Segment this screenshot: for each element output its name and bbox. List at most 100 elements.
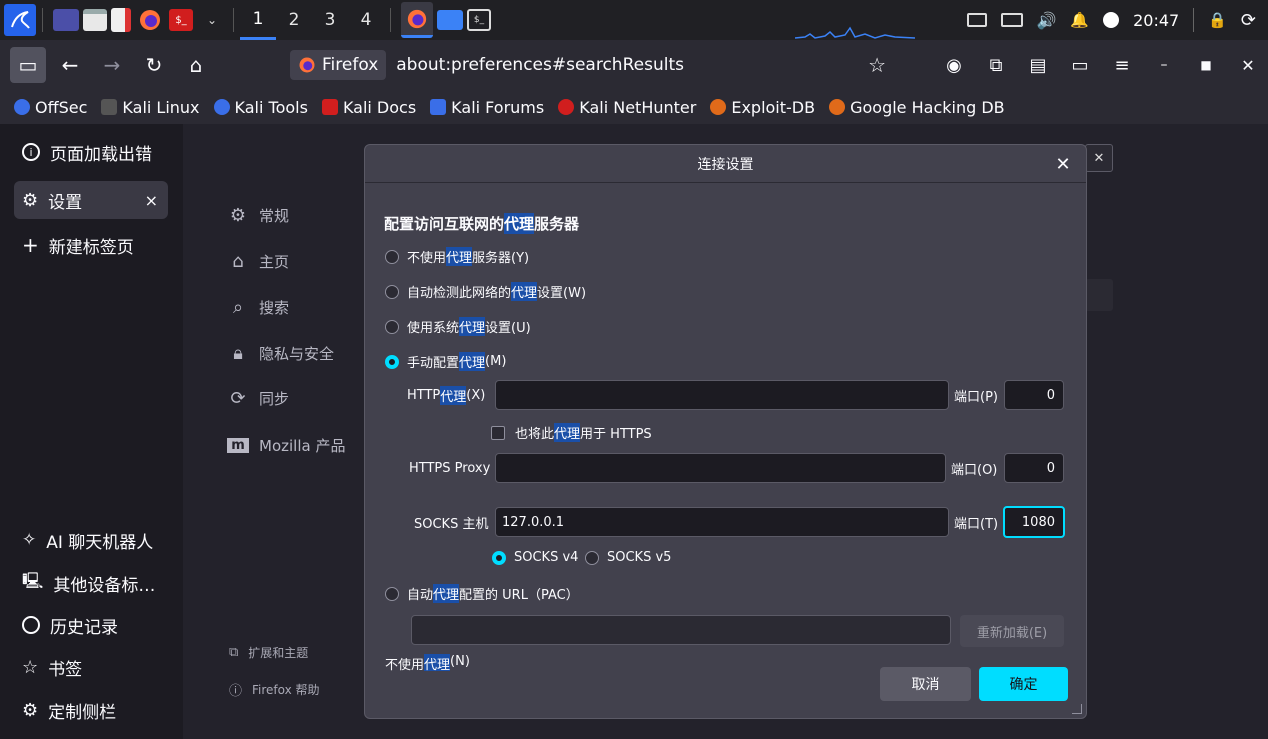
pref-nav-general[interactable]: ⚙ 常规 — [227, 200, 289, 230]
home-icon[interactable]: ⌂ — [178, 47, 214, 83]
taskbar-separator — [42, 8, 43, 32]
pac-url-input[interactable] — [411, 615, 951, 645]
keyboard-icon[interactable] — [1000, 13, 1023, 27]
http-proxy-input[interactable] — [495, 380, 949, 410]
back-icon[interactable]: ← — [52, 47, 88, 83]
pref-nav-home[interactable]: ⌂ 主页 — [227, 246, 289, 276]
sidebar-toggle-icon[interactable]: ▭ — [10, 47, 46, 83]
sidebar-item-label: 新建标签页 — [48, 237, 134, 258]
terminal-window-icon[interactable]: $_ — [467, 9, 491, 31]
close-icon[interactable]: ✕ — [1050, 151, 1076, 177]
forward-icon[interactable]: → — [94, 47, 130, 83]
radio-button[interactable] — [585, 550, 599, 565]
resize-grip-icon[interactable] — [1072, 704, 1082, 714]
bookmark-star-icon[interactable]: ☆ — [868, 53, 886, 77]
http-port-input[interactable]: 0 — [1004, 380, 1064, 410]
radio-no-proxy[interactable]: 不使用 代理 服务器(Y) — [385, 247, 529, 266]
text-editor-icon[interactable] — [111, 8, 131, 32]
sidebar-item-history[interactable]: 历史记录 — [14, 606, 168, 644]
account-icon[interactable]: ◉ — [934, 47, 974, 83]
folder-window-icon[interactable] — [437, 10, 463, 30]
radio-button[interactable] — [385, 319, 399, 334]
taskbar-separator — [390, 8, 391, 32]
pref-nav-label: Mozilla 产品 — [259, 436, 346, 455]
bookmark-exploit-db[interactable]: Exploit-DB — [710, 98, 815, 117]
sidebar-item-customize[interactable]: ⚙ 定制侧栏 — [14, 691, 168, 729]
workspace-3[interactable]: 3 — [312, 0, 348, 40]
search-results-close[interactable]: ✕ — [1085, 144, 1113, 172]
pref-nav-privacy[interactable]: 🔒︎ 隐私与安全 — [227, 338, 334, 368]
checkbox[interactable] — [491, 425, 505, 440]
pref-footer-extensions[interactable]: ⧉ 扩展和主题 — [229, 644, 308, 661]
close-window-icon[interactable]: ✕ — [1228, 47, 1268, 83]
bookmark-kali-nethunter[interactable]: Kali NetHunter — [558, 98, 696, 117]
sidebar-item-ai-chatbot[interactable]: ✧ AI 聊天机器人 — [14, 521, 168, 559]
bookmark-kali-tools[interactable]: Kali Tools — [213, 98, 308, 117]
containers-icon[interactable]: ▤ — [1018, 47, 1058, 83]
sidebar-item-settings[interactable]: ⚙ 设置 × — [14, 181, 168, 219]
menu-icon[interactable]: ≡ — [1102, 47, 1142, 83]
socks-port-label: 端口(T) — [954, 516, 999, 532]
identity-chip[interactable]: Firefox — [290, 50, 387, 80]
firefox-icon[interactable] — [135, 5, 165, 35]
bell-icon[interactable]: 🔔 — [1070, 11, 1089, 29]
pref-nav-search[interactable]: ⌕ 搜索 — [227, 292, 289, 322]
volume-icon[interactable]: 🔊 — [1037, 11, 1057, 30]
maximize-icon[interactable]: ■ — [1186, 47, 1226, 83]
socks-host-input[interactable]: 127.0.0.1 — [495, 507, 949, 537]
sidebar-item-page-error[interactable]: i 页面加载出错 — [14, 133, 168, 171]
file-manager-icon[interactable] — [83, 9, 107, 31]
radio-system-proxy[interactable]: 使用系统 代理 设置(U) — [385, 317, 531, 336]
ok-button[interactable]: 确定 — [979, 667, 1068, 701]
radio-manual-proxy[interactable]: 手动配置 代理 (M) — [385, 352, 506, 371]
bookmark-google-hacking-db[interactable]: Google Hacking DB — [829, 98, 1005, 117]
workspace-1[interactable]: 1 — [240, 0, 276, 40]
sidebar-item-label: 定制侧栏 — [48, 702, 117, 723]
workspace-2[interactable]: 2 — [276, 0, 312, 40]
logout-icon[interactable]: ⟳ — [1241, 10, 1256, 31]
power-status-icon[interactable] — [1103, 12, 1120, 28]
bookmark-kali-docs[interactable]: Kali Docs — [321, 98, 416, 117]
sparkle-icon: ✧ — [22, 530, 37, 550]
workspace-4[interactable]: 4 — [348, 0, 384, 40]
extensions-icon[interactable]: ⧉ — [976, 47, 1016, 83]
sidebar-item-new-tab[interactable]: + 新建标签页 — [14, 226, 168, 264]
bookmark-kali-forums[interactable]: Kali Forums — [430, 98, 544, 117]
sidebar-item-other-devices[interactable]: 🖳 其他设备标… — [14, 564, 168, 602]
bookmark-kali-linux[interactable]: Kali Linux — [101, 98, 200, 117]
https-proxy-input[interactable] — [495, 453, 946, 483]
reload-pac-button[interactable]: 重新加载(E) — [960, 615, 1064, 647]
kali-menu-icon[interactable] — [4, 4, 36, 36]
pref-nav-sync[interactable]: ⟳ 同步 — [227, 383, 289, 413]
pref-footer-help[interactable]: ⓘ Firefox 帮助 — [229, 680, 320, 699]
clock[interactable]: 20:47 — [1133, 11, 1179, 30]
lock-screen-icon[interactable]: 🔒 — [1208, 11, 1227, 29]
reload-icon[interactable]: ↻ — [136, 47, 172, 83]
minimize-icon[interactable]: – — [1144, 47, 1184, 83]
radio-button-selected[interactable] — [385, 354, 399, 369]
firefox-window-icon[interactable] — [401, 2, 433, 38]
url-text[interactable]: about:preferences#searchResults — [396, 55, 684, 75]
close-tab-icon[interactable]: × — [145, 191, 158, 210]
root-terminal-icon[interactable]: $_ — [169, 9, 193, 31]
cancel-button[interactable]: 取消 — [880, 667, 971, 701]
chevron-down-icon[interactable]: ⌄ — [197, 5, 227, 35]
sidebar-item-bookmarks[interactable]: ☆ 书签 — [14, 648, 168, 686]
pref-nav-mozilla[interactable]: m Mozilla 产品 — [227, 430, 345, 460]
bookmark-offsec[interactable]: OffSec — [14, 98, 87, 117]
radio-button[interactable] — [385, 249, 399, 264]
radio-button[interactable] — [385, 586, 399, 601]
also-use-for-https-checkbox[interactable]: 也将此 代理 用于 HTTPS — [491, 423, 652, 442]
radio-pac-url[interactable]: 自动 代理 配置的 URL（PAC） — [385, 584, 579, 603]
display-icon[interactable] — [966, 13, 987, 27]
radio-socks-v5[interactable]: SOCKS v5 — [585, 550, 671, 565]
url-bar[interactable]: Firefox about:preferences#searchResults … — [290, 48, 900, 82]
socks-port-input[interactable]: 1080 — [1003, 506, 1065, 538]
radio-button[interactable] — [385, 284, 399, 299]
radio-auto-detect[interactable]: 自动检测此网络的 代理 设置(W) — [385, 282, 586, 301]
https-port-input[interactable]: 0 — [1004, 453, 1064, 483]
radio-button-selected[interactable] — [492, 550, 506, 565]
tab-manager-icon[interactable]: ▭ — [1060, 47, 1100, 83]
terminal-emulator-icon[interactable] — [53, 9, 79, 31]
radio-socks-v4[interactable]: SOCKS v4 — [492, 550, 578, 565]
